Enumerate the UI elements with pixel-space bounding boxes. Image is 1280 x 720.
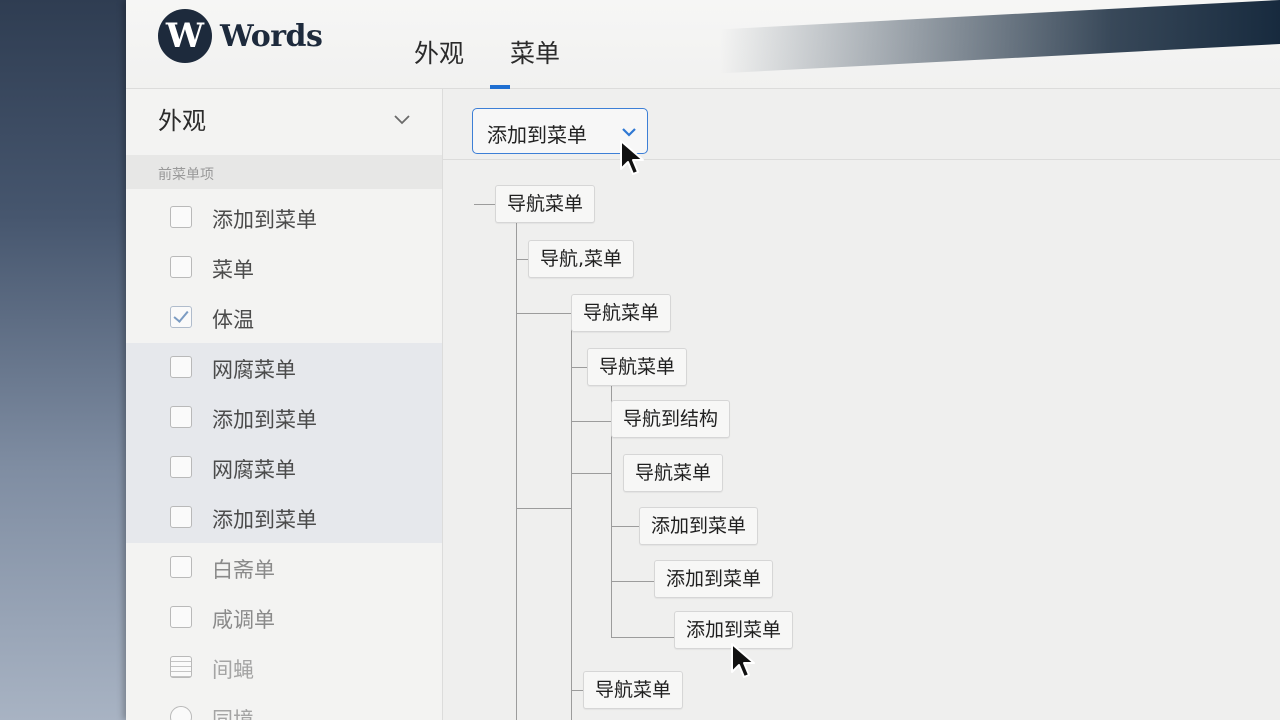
tree-connector [516, 313, 571, 314]
sidebar-item[interactable]: 咸调单 [126, 593, 442, 643]
sidebar-item[interactable]: 菜单 [126, 243, 442, 293]
sidebar-item-label: 添加到菜单 [212, 508, 317, 532]
checkbox[interactable] [170, 206, 192, 228]
chevron-down-icon[interactable] [394, 111, 410, 127]
menu-tree-node[interactable]: 导航菜单 [495, 185, 596, 223]
tab-appearance[interactable]: 外观 [414, 34, 464, 70]
menu-tree-node[interactable]: 导航,菜单 [528, 240, 635, 278]
sidebar-item[interactable]: 添加到菜单 [126, 193, 442, 243]
sidebar-heading: 外观 [158, 107, 206, 135]
menu-tree-node[interactable]: 添加到菜单 [639, 507, 759, 545]
tree-connector [611, 581, 654, 582]
sidebar-item[interactable]: 添加到菜单 [126, 393, 442, 443]
sidebar-item[interactable]: 间蝇 [126, 643, 442, 693]
tab-menu[interactable]: 菜单 [510, 34, 560, 70]
sidebar-item-label: 咸调单 [212, 608, 275, 632]
tree-connector [516, 259, 528, 260]
logo-icon: W [158, 9, 212, 63]
checkbox[interactable] [170, 456, 192, 478]
top-bar: W Words 外观 菜单 [126, 0, 1280, 89]
sidebar-item-label: 添加到菜单 [212, 408, 317, 432]
sidebar-item[interactable]: 体温 [126, 293, 442, 343]
tree-connector [571, 367, 587, 368]
tree-connector [571, 329, 572, 720]
sidebar-item-label: 网腐菜单 [212, 358, 296, 382]
sidebar: 外观 前菜单项 添加到菜单 菜单 体温 网腐菜单 添加到菜单 网腐菜单 添加到菜… [126, 89, 443, 720]
sidebar-item-label: 菜单 [212, 258, 254, 282]
radio-button[interactable] [170, 706, 192, 720]
sidebar-item[interactable]: 网腐菜单 [126, 343, 442, 393]
chevron-down-icon[interactable] [621, 125, 637, 139]
menu-editor: 添加到菜单 导航菜单 导航,菜单 导航菜单 导航菜单 导航到结构 导航菜单 添加… [443, 89, 1280, 720]
app-logo[interactable]: W Words [158, 8, 323, 64]
tree-connector [571, 473, 611, 474]
checkbox[interactable] [170, 406, 192, 428]
sidebar-item-label: 体温 [212, 308, 254, 332]
sidebar-item[interactable]: 同境 [126, 693, 442, 720]
tree-connector [571, 421, 611, 422]
menu-tree-node[interactable]: 导航菜单 [623, 454, 724, 492]
sidebar-item-label: 网腐菜单 [212, 458, 296, 482]
sidebar-section-header: 前菜单项 [126, 155, 442, 189]
tree-connector [474, 204, 495, 205]
app-window: W Words 外观 菜单 外观 前菜单项 添加到菜单 菜单 体温 网腐菜单 添… [126, 0, 1280, 720]
menu-tree-node[interactable]: 导航菜单 [583, 671, 684, 709]
checkbox[interactable] [170, 256, 192, 278]
logo-text: Words [220, 18, 323, 54]
tree-connector [516, 508, 571, 509]
tree-connector [611, 526, 639, 527]
checkbox[interactable] [170, 606, 192, 628]
checkbox[interactable] [170, 556, 192, 578]
dropdown-value: 添加到菜单 [487, 123, 587, 147]
tree-connector [516, 222, 517, 720]
mouse-cursor-icon [620, 140, 644, 175]
checkbox-checked[interactable] [170, 306, 192, 328]
sidebar-item-label: 间蝇 [212, 658, 254, 682]
checkbox[interactable] [170, 506, 192, 528]
sidebar-item-label: 同境 [212, 708, 254, 720]
sidebar-item[interactable]: 白斋单 [126, 543, 442, 593]
sidebar-section-label: 前菜单项 [158, 167, 214, 183]
menu-tree-node[interactable]: 导航菜单 [571, 294, 672, 332]
tree-connector [571, 690, 583, 691]
sidebar-item[interactable]: 网腐菜单 [126, 443, 442, 493]
mouse-cursor-icon [731, 643, 755, 678]
list-icon[interactable] [170, 656, 192, 678]
sidebar-item-label: 添加到菜单 [212, 208, 317, 232]
checkbox[interactable] [170, 356, 192, 378]
toolbar-divider [443, 159, 1280, 160]
sidebar-item[interactable]: 添加到菜单 [126, 493, 442, 543]
menu-tree-node[interactable]: 导航到结构 [611, 400, 731, 438]
menu-tree-node[interactable]: 导航菜单 [587, 348, 688, 386]
menu-tree-node[interactable]: 添加到菜单 [654, 560, 774, 598]
tree-connector [611, 637, 674, 638]
sidebar-item-label: 白斋单 [212, 558, 275, 582]
